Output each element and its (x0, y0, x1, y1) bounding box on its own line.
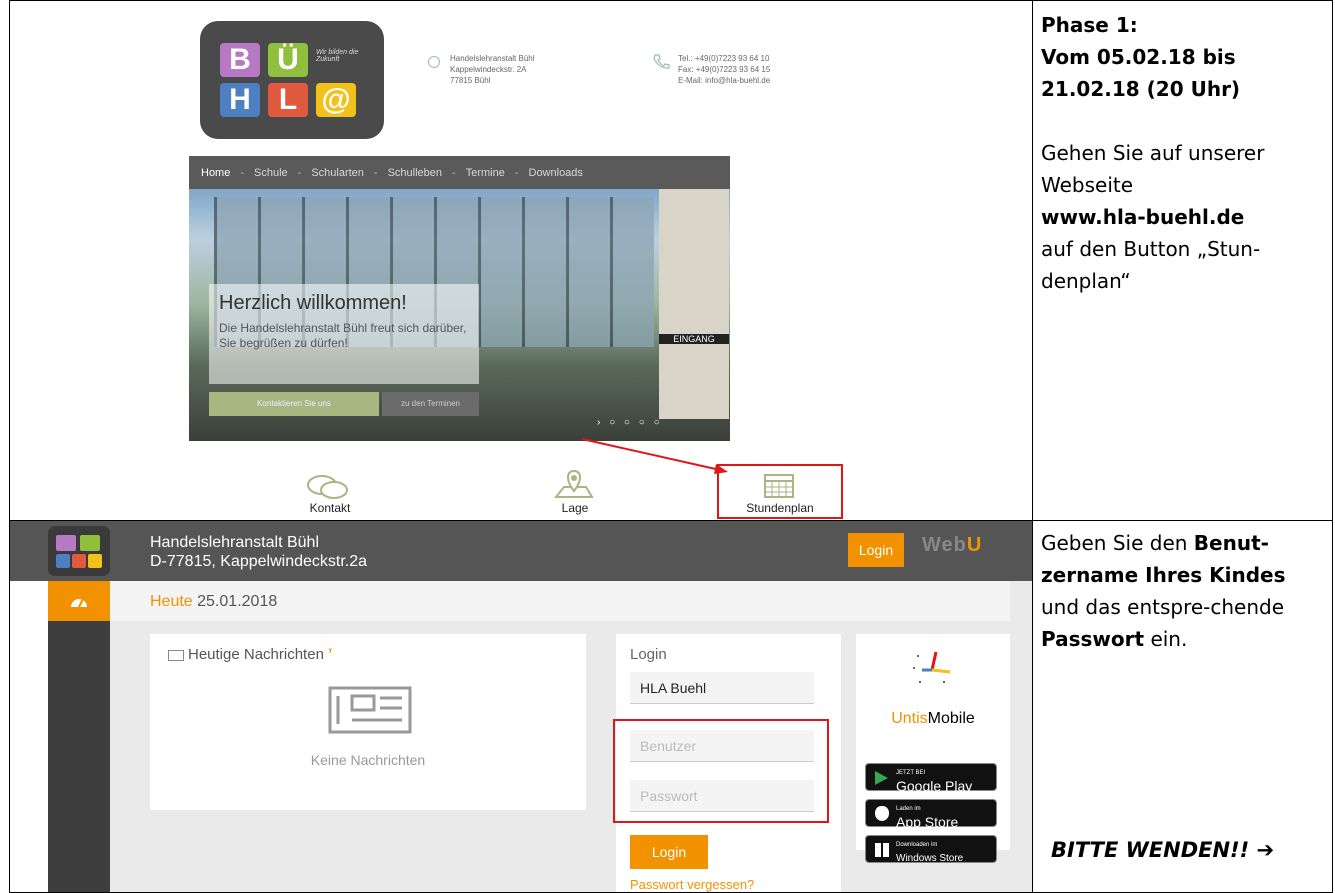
store-name: App Store (896, 814, 959, 830)
webuntis-school-logo (48, 526, 110, 576)
contact-line: E-Mail: info@hla-buehl.de (678, 76, 771, 85)
app-store-badge[interactable]: Laden im App Store (865, 799, 997, 830)
address-line: 77815 Bühl (450, 76, 491, 85)
instruction-text: ein. (1150, 627, 1188, 651)
nav-schulleben[interactable]: Schulleben (388, 167, 442, 179)
red-arrow (581, 438, 728, 474)
webuntis-brand: WebU (922, 534, 982, 557)
phase-title: Phase 1: (1041, 13, 1138, 37)
contact-us-button[interactable]: Kontaktieren Sie uns (209, 392, 379, 416)
building-pillar (659, 189, 729, 419)
submit-login-button[interactable]: Login (630, 835, 708, 869)
icon-label-lage[interactable]: Lage (545, 501, 605, 515)
address-line: Handelslehranstalt Bühl (450, 54, 535, 63)
dashboard-icon (71, 598, 87, 608)
credentials-highlight (613, 719, 829, 823)
windows-icon (875, 843, 889, 857)
instruction-bold: Passwort (1041, 627, 1145, 651)
phase-dates: Vom 05.02.18 bis 21.02.18 (20 Uhr) (1041, 45, 1241, 101)
contact-line: Fax: +49(0)7223 93 64 15 (678, 65, 771, 74)
today-word: Heute (150, 593, 193, 610)
welcome-text: Die Handelslehranstalt Bühl freut sich d… (219, 321, 467, 350)
forgot-password-link[interactable]: Passwort vergessen? (630, 877, 754, 892)
turn-page-note: BITTE WENDEN!! ➔ (1051, 838, 1275, 862)
newspaper-large-icon (328, 686, 412, 734)
instruction-text: Gehen Sie auf unserer Webseite (1041, 141, 1265, 197)
untis-clock-icon (913, 651, 951, 683)
school-address: D-77815, Kappelwindeckstr.2a (150, 553, 368, 570)
store-small-text: Downloaden im (896, 842, 938, 848)
instruction-table: B Ü H L @ Wir bilden die Zukunft Handels… (9, 0, 1333, 893)
carousel-dots[interactable]: › ○ ○ ○ ○ (597, 417, 663, 428)
instruction-text: auf den Button „Stun-denplan“ (1041, 237, 1261, 293)
instruction-text: Geben Sie den (1041, 531, 1188, 555)
untis-mobile-title: UntisMobile (856, 710, 1010, 728)
stundenplan-highlight (717, 464, 843, 519)
news-title: Heutige Nachrichten (188, 646, 324, 663)
google-play-badge[interactable]: JETZT BEI Google Play (865, 763, 997, 794)
side-menu (48, 581, 110, 892)
no-news-text: Keine Nachrichten (310, 752, 426, 768)
website-screenshot-cell: B Ü H L @ Wir bilden die Zukunft Handels… (9, 0, 1033, 521)
untis-word: Untis (891, 710, 928, 727)
brand-web: Web (922, 534, 967, 556)
brand-u: U (966, 534, 983, 556)
contact-line: Tel.: +49(0)7223 93 64 10 (678, 54, 770, 63)
school-name: Handelslehranstalt Bühl (150, 534, 319, 551)
website-main: Home - Schule - Schularten - Schulleben - Te… (189, 156, 730, 441)
speech-bubbles-icon[interactable] (306, 474, 350, 502)
map-pin-icon[interactable] (554, 467, 594, 501)
login-title: Login (630, 646, 667, 663)
webuntis-screenshot-cell: Handelslehranstalt Bühl D-77815, Kappelw… (9, 520, 1033, 893)
today-label: Heute 25.01.2018 (150, 593, 277, 611)
welcome-title: Herzlich willkommen! (219, 292, 407, 314)
dates-button[interactable]: zu den Terminen (382, 392, 479, 416)
logo-letter: H (220, 83, 260, 117)
store-name: Windows Store (896, 853, 964, 864)
news-header: Heutige Nachrichten ʼ (168, 646, 332, 663)
nav-downloads[interactable]: Downloads (529, 167, 583, 179)
school-address: Handelslehranstalt Bühl Kappelwindeckstr… (450, 53, 535, 86)
webuntis-school-info: Handelslehranstalt Bühl D-77815, Kappelw… (150, 533, 367, 571)
school-field[interactable]: HLA Buehl (630, 672, 814, 704)
nav-termine[interactable]: Termine (466, 167, 505, 179)
phase1-instructions: Phase 1: Vom 05.02.18 bis 21.02.18 (20 U… (1032, 0, 1333, 521)
school-logo: B Ü H L @ Wir bilden die Zukunft (200, 21, 384, 139)
logo-letter: L (268, 83, 308, 117)
store-name: Google Play (896, 778, 973, 794)
logo-letter: Ü (268, 43, 308, 77)
location-pin-icon (428, 56, 440, 68)
instruction-text: und das entspre-chende (1041, 595, 1285, 619)
icon-label-kontakt[interactable]: Kontakt (300, 501, 360, 515)
mobile-word: Mobile (927, 710, 975, 727)
apple-icon (875, 806, 889, 821)
school-contact: Tel.: +49(0)7223 93 64 10 Fax: +49(0)722… (678, 53, 770, 86)
phase2-instructions: Geben Sie den Benut-zername Ihres Kindes… (1032, 520, 1333, 893)
address-line: Kappelwindeckstr. 2A (450, 65, 527, 74)
website-url: www.hla-buehl.de (1041, 205, 1245, 229)
newspaper-icon (168, 649, 184, 661)
phone-icon (653, 54, 670, 69)
header-login-button[interactable]: Login (848, 533, 904, 567)
main-nav: Home - Schule - Schularten - Schulleben - Te… (189, 156, 730, 189)
entrance-sign: EINGANG (659, 334, 729, 344)
logo-letter: B (220, 43, 260, 77)
nav-schule[interactable]: Schule (254, 167, 288, 179)
windows-store-badge[interactable]: Downloaden im Windows Store (865, 835, 997, 864)
news-panel: Heutige Nachrichten ʼ Keine Nachrichten (150, 634, 586, 810)
logo-slogan: Wir bilden die Zukunft (316, 49, 359, 63)
nav-home[interactable]: Home (201, 167, 230, 179)
hero-image: EINGANG Herzlich willkommen! Die Handels… (189, 189, 730, 441)
welcome-box: Herzlich willkommen! Die Handelslehranst… (209, 284, 479, 384)
rss-icon[interactable]: ʼ (328, 646, 332, 663)
dashboard-menu-item[interactable] (48, 581, 110, 621)
today-date: 25.01.2018 (197, 593, 278, 610)
login-instruction: Geben Sie den Benut-zername Ihres Kindes… (1041, 527, 1326, 655)
nav-schularten[interactable]: Schularten (311, 167, 364, 179)
logo-letter: @ (316, 83, 356, 117)
play-icon (875, 771, 888, 785)
